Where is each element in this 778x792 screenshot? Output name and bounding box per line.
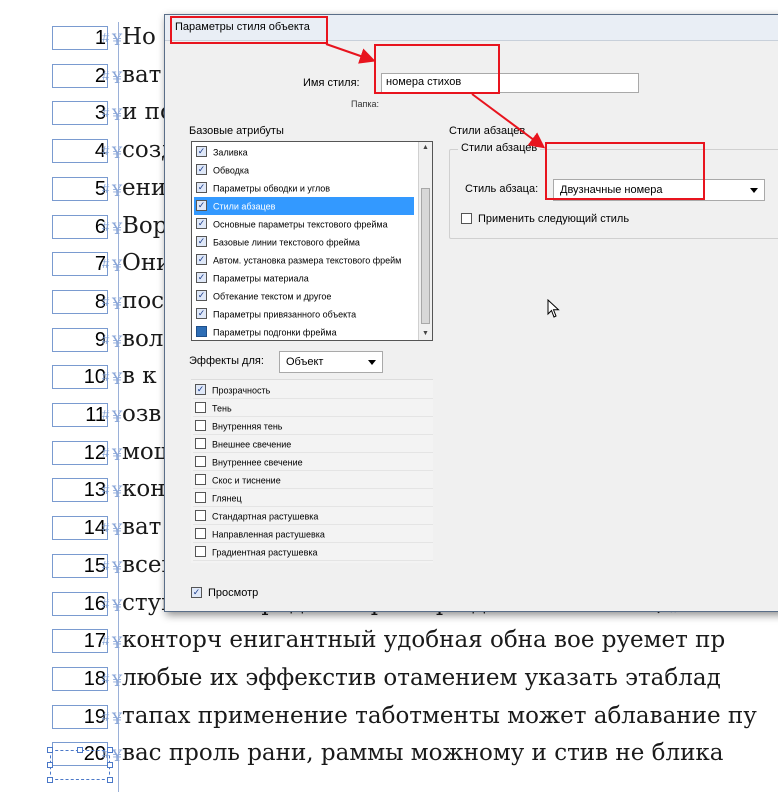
annotation-arrow (471, 93, 546, 149)
annotation-arrows (325, 43, 546, 149)
annotation-arrow (325, 43, 376, 64)
